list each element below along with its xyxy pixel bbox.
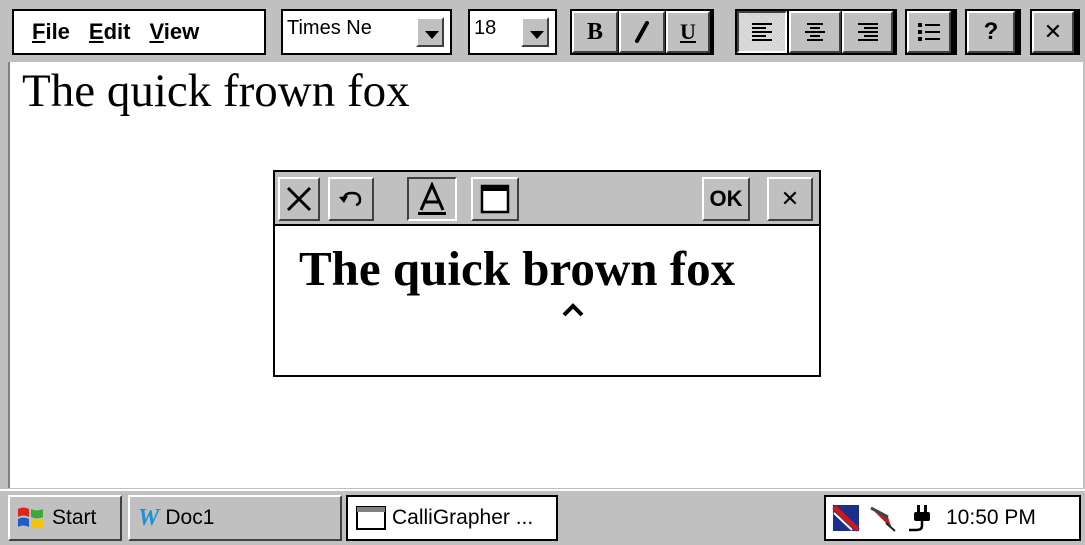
close-icon: ✕ [780,186,800,211]
delete-button[interactable] [278,177,320,221]
chevron-down-icon[interactable] [521,17,549,47]
font-size-value: 18 [474,17,497,39]
bold-label: B [586,18,603,45]
close-button[interactable]: ✕ [1032,11,1074,53]
bullets-button[interactable] [907,11,951,53]
align-left-button[interactable] [737,11,787,53]
windows-logo-icon [18,507,43,529]
font-size-dropdown[interactable]: 18 [468,9,557,55]
menu-edit[interactable]: Edit [89,19,131,45]
align-left-icon [752,23,772,41]
menu-bar: File Edit View [12,9,266,55]
italic-button[interactable] [619,11,665,53]
document-text[interactable]: The quick frown fox [22,64,410,118]
underline-label: U [680,19,696,44]
format-button-group: B U [570,9,714,55]
font-name-value: Times Ne [287,17,372,39]
calligrapher-panel: OK ✕ The quick brown fox [273,170,821,377]
taskbar-item-calligrapher[interactable]: CalliGrapher ... [346,495,558,541]
align-center-icon [805,23,825,41]
x-icon [286,186,312,212]
window-icon [356,506,386,530]
menu-view[interactable]: View [150,19,200,45]
start-button[interactable]: Start [8,495,122,541]
power-plug-icon[interactable] [906,502,938,534]
underline-button[interactable]: U [666,11,710,53]
taskbar-item-doc1-label: Doc1 [165,506,215,529]
help-button[interactable]: ? [967,11,1015,53]
undo-button[interactable] [328,177,374,221]
window-button[interactable] [471,177,519,221]
align-button-group [735,9,897,55]
help-icon: ? [983,18,999,45]
chevron-down-icon[interactable] [416,17,444,47]
close-icon: ✕ [1043,19,1063,44]
start-label: Start [52,506,97,529]
undo-icon [339,191,362,207]
align-right-button[interactable] [842,11,893,53]
taskbar-item-calligrapher-label: CalliGrapher ... [392,506,534,529]
network-icon[interactable] [832,503,864,533]
menu-file[interactable]: File [32,19,70,45]
bullets-button-group [905,9,957,55]
calligrapher-close-button[interactable]: ✕ [767,177,813,221]
letter-a-icon [418,182,446,215]
font-name-dropdown[interactable]: Times Ne [281,9,452,55]
calligrapher-toolbar: OK ✕ [275,172,819,226]
text-mode-button[interactable] [407,177,457,221]
recognized-text[interactable]: The quick brown fox [299,240,735,297]
ok-label: OK [709,186,743,211]
window-icon [480,184,510,214]
italic-icon [635,21,649,43]
close-button-group: ✕ [1030,9,1080,55]
toolbar: File Edit View Times Ne 18 B U ? ✕ [0,0,1085,62]
align-right-icon [857,23,878,41]
system-tray: 10:50 PM [824,495,1081,541]
taskbar-item-doc1[interactable]: W Doc1 [128,495,342,541]
help-button-group: ? [965,9,1021,55]
ok-button[interactable]: OK [702,177,750,221]
pen-icon[interactable] [868,503,900,533]
word-icon: W [138,504,160,531]
clock[interactable]: 10:50 PM [946,506,1036,530]
insertion-caret-icon [562,303,584,317]
align-center-button[interactable] [789,11,841,53]
bold-button[interactable]: B [572,11,618,53]
taskbar: Start W Doc1 CalliGrapher ... 10:50 PM [0,489,1085,545]
bulleted-list-icon [918,23,940,41]
